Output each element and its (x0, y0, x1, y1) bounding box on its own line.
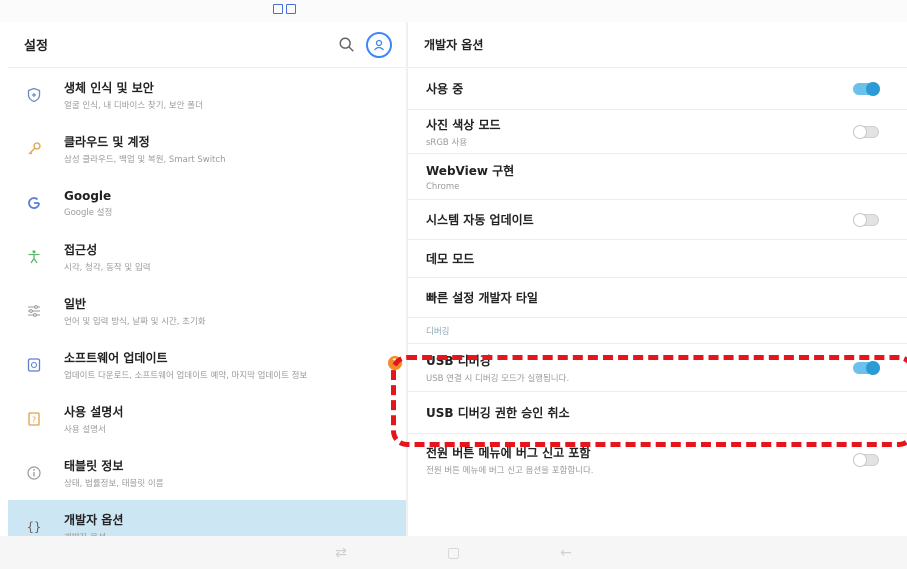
row-title: 사용 중 (426, 82, 464, 96)
system-auto-update-toggle[interactable] (853, 212, 879, 227)
row-revoke-usb-auth[interactable]: USB 디버깅 권한 승인 취소 (408, 392, 907, 434)
row-usb-debugging[interactable]: USB 디버깅 USB 연결 시 디버깅 모드가 실행됩니다. (408, 344, 907, 392)
notification-badge: 1 (388, 356, 402, 370)
row-title: 빠른 설정 개발자 타일 (426, 291, 538, 305)
back-icon[interactable]: ← (560, 545, 572, 561)
row-title: 사진 색상 모드 (426, 117, 501, 132)
developer-options-title: 개발자 옵션 (424, 38, 484, 52)
developer-options-header: 개발자 옵션 (408, 22, 907, 68)
row-webview[interactable]: WebView 구현 Chrome (408, 154, 907, 200)
sidebar-item-title: 개발자 옵션 (64, 513, 124, 527)
row-title: 시스템 자동 업데이트 (426, 213, 534, 227)
sidebar-item-title: 생체 인식 및 보안 (64, 81, 154, 95)
section-header-debugging: 디버깅 (408, 318, 907, 344)
row-bug-report-power-menu[interactable]: 전원 버튼 메뉴에 버그 신고 포함 전원 버튼 메뉴에 버그 신고 옵션을 포… (408, 434, 907, 486)
home-icon[interactable]: ▢ (447, 545, 460, 561)
row-subtitle: sRGB 사용 (426, 137, 468, 148)
sidebar-item-subtitle: 업데이트 다운로드, 소프트웨어 업데이트 예약, 마지막 업데이트 정보 (64, 371, 308, 381)
manual-icon: ? (24, 409, 44, 429)
developer-options-panel: 개발자 옵션 사용 중 사진 색상 모드 sRGB 사용 WebView 구현 … (408, 22, 907, 536)
sidebar-item-title: 태블릿 정보 (64, 459, 124, 473)
sidebar-item-5[interactable]: 소프트웨어 업데이트업데이트 다운로드, 소프트웨어 업데이트 예약, 마지막 … (8, 338, 406, 392)
row-title: USB 디버깅 (426, 353, 491, 368)
navigation-bar: ⇄ ▢ ← (0, 536, 907, 569)
row-title: 데모 모드 (426, 252, 475, 266)
sidebar-item-1[interactable]: 클라우드 및 계정삼성 클라우드, 백업 및 복원, Smart Switch (8, 122, 406, 176)
usb-debugging-toggle[interactable] (853, 360, 880, 375)
row-title: USB 디버깅 권한 승인 취소 (426, 406, 570, 420)
sidebar-item-4[interactable]: 일반언어 및 입력 방식, 날짜 및 시간, 초기화 (8, 284, 406, 338)
row-photo-color-mode[interactable]: 사진 색상 모드 sRGB 사용 (408, 110, 907, 154)
sidebar-item-2[interactable]: Google Google 설정 (8, 176, 406, 230)
svg-text:{}: {} (27, 520, 41, 534)
braces-icon: {} (24, 517, 44, 537)
row-demo-mode[interactable]: 데모 모드 (408, 240, 907, 278)
profile-icon[interactable] (366, 32, 392, 58)
sidebar-item-subtitle: 삼성 클라우드, 백업 및 복원, Smart Switch (64, 155, 226, 165)
sidebar-item-title: 일반 (64, 297, 87, 311)
row-in-use[interactable]: 사용 중 (408, 68, 907, 110)
sidebar-item-subtitle: 상태, 법률정보, 태블릿 이름 (64, 479, 164, 489)
update-icon (24, 355, 44, 375)
settings-list-panel: 설정 생체 인식 및 보안얼굴 인식, 내 디바이스 찾기, 보안 폴더클라우드… (8, 22, 406, 554)
sliders-icon (24, 301, 44, 321)
notification-icon (273, 4, 283, 14)
row-subtitle: USB 연결 시 디버깅 모드가 실행됩니다. (426, 373, 570, 384)
accessibility-icon (24, 247, 44, 267)
sidebar-item-subtitle: 사용 설명서 (64, 425, 106, 435)
row-title: 전원 버튼 메뉴에 버그 신고 포함 (426, 446, 591, 460)
row-subtitle: Chrome (426, 181, 460, 192)
google-icon (24, 193, 44, 213)
key-icon (24, 139, 44, 159)
sidebar-item-0[interactable]: 생체 인식 및 보안얼굴 인식, 내 디바이스 찾기, 보안 폴더 (8, 68, 406, 122)
row-title: WebView 구현 (426, 163, 515, 178)
notification-icon (286, 4, 296, 14)
sidebar-item-title: 소프트웨어 업데이트 (64, 351, 168, 365)
info-icon (24, 463, 44, 483)
sidebar-item-7[interactable]: 태블릿 정보상태, 법률정보, 태블릿 이름 (8, 446, 406, 500)
sidebar-item-title: 클라우드 및 계정 (64, 135, 150, 149)
settings-header: 설정 (8, 22, 406, 68)
row-subtitle: 전원 버튼 메뉴에 버그 신고 옵션을 포함합니다. (426, 466, 594, 476)
settings-title: 설정 (24, 39, 48, 54)
svg-text:?: ? (32, 416, 36, 425)
sidebar-item-subtitle: Google 설정 (64, 207, 113, 218)
sidebar-item-title: 접근성 (64, 243, 98, 257)
sidebar-item-subtitle: 시각, 청각, 동작 및 입력 (64, 263, 151, 273)
in-use-toggle[interactable] (853, 81, 880, 96)
row-system-auto-update[interactable]: 시스템 자동 업데이트 (408, 200, 907, 240)
sidebar-item-3[interactable]: 접근성시각, 청각, 동작 및 입력 (8, 230, 406, 284)
sidebar-item-subtitle: 얼굴 인식, 내 디바이스 찾기, 보안 폴더 (64, 101, 203, 111)
photo-color-mode-toggle[interactable] (853, 124, 879, 139)
search-icon[interactable] (338, 36, 356, 54)
status-bar (0, 0, 907, 22)
shield-icon (24, 85, 44, 105)
sidebar-item-6[interactable]: ? 사용 설명서 사용 설명서 (8, 392, 406, 446)
sidebar-item-title: 사용 설명서 (64, 405, 124, 419)
bug-report-toggle[interactable] (853, 453, 879, 467)
sidebar-item-subtitle: 언어 및 입력 방식, 날짜 및 시간, 초기화 (64, 317, 206, 327)
notification-icons (273, 4, 296, 14)
sidebar-item-title: Google (64, 188, 112, 203)
recent-apps-icon[interactable]: ⇄ (335, 545, 347, 561)
row-quick-settings-tiles[interactable]: 빠른 설정 개발자 타일 (408, 278, 907, 318)
